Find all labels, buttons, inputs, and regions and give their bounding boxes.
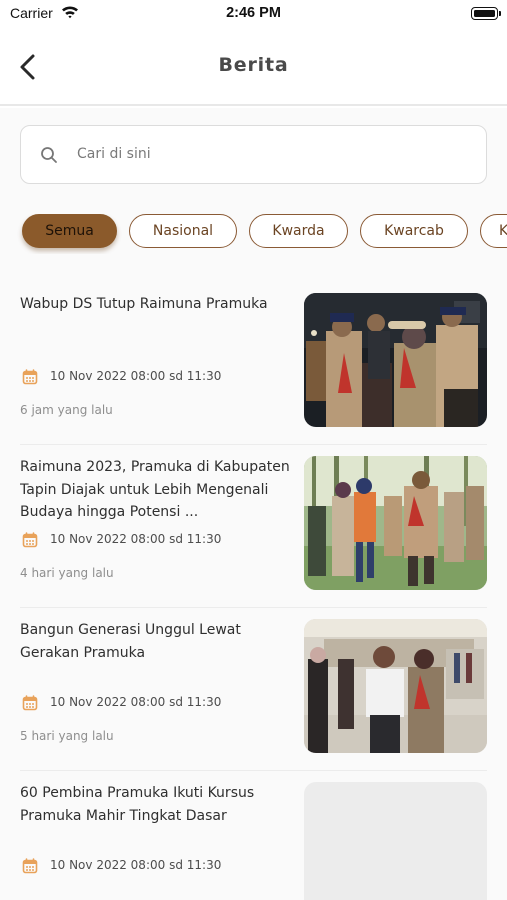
filter-chip-kwarcab[interactable]: Kwarcab [360, 214, 468, 248]
status-bar: Carrier 2:46 PM [0, 0, 507, 28]
news-time-ago: 4 hari yang lalu [20, 566, 114, 580]
news-date: 10 Nov 2022 08:00 sd 11:30 [50, 369, 222, 383]
news-thumbnail-image [304, 456, 487, 590]
search-icon [41, 147, 57, 163]
filter-chip-label: Semua [45, 223, 94, 239]
news-thumbnail-image [304, 619, 487, 753]
clock: 2:46 PM [226, 5, 281, 21]
filter-chip-nasional[interactable]: Nasional [129, 214, 237, 248]
search-input[interactable] [77, 134, 467, 174]
navigation-bar: Berita [0, 28, 507, 106]
filter-chip-semua[interactable]: Semua [22, 214, 117, 248]
news-time-ago: 6 jam yang lalu [20, 403, 113, 417]
filter-chip-kwaran[interactable]: Kwaran [480, 214, 507, 248]
news-item[interactable]: Raimuna 2023, Pramuka di Kabupaten Tapin… [0, 445, 507, 608]
news-title: Raimuna 2023, Pramuka di Kabupaten Tapin… [20, 459, 290, 520]
filter-chip-label: Kwarda [272, 223, 325, 239]
category-filter-bar: Semua Nasional Kwarda Kwarcab Kwaran [0, 214, 507, 254]
filter-chip-label: Nasional [152, 223, 214, 239]
news-date: 10 Nov 2022 08:00 sd 11:30 [50, 695, 222, 709]
news-screen: Semua Nasional Kwarda Kwarcab Kwaran Wab… [0, 108, 507, 900]
calendar-icon [22, 369, 38, 385]
news-date: 10 Nov 2022 08:00 sd 11:30 [50, 532, 222, 546]
page-title: Berita [218, 54, 289, 76]
calendar-icon [22, 532, 38, 548]
news-thumbnail-placeholder [304, 782, 487, 900]
news-title: Wabup DS Tutup Raimuna Pramuka [20, 296, 268, 312]
search-bar[interactable] [20, 125, 487, 184]
news-date: 10 Nov 2022 08:00 sd 11:30 [50, 858, 222, 872]
calendar-icon [22, 858, 38, 874]
news-item[interactable]: 60 Pembina Pramuka Ikuti Kursus Pramuka … [0, 771, 507, 900]
news-title: 60 Pembina Pramuka Ikuti Kursus Pramuka … [20, 785, 255, 824]
news-title: Bangun Generasi Unggul Lewat Gerakan Pra… [20, 622, 241, 661]
filter-chip-kwarda[interactable]: Kwarda [249, 214, 348, 248]
calendar-icon [22, 695, 38, 711]
filter-chip-label: Kwarcab [384, 223, 444, 239]
news-item[interactable]: Bangun Generasi Unggul Lewat Gerakan Pra… [0, 608, 507, 771]
battery-icon [471, 7, 501, 20]
news-thumbnail-image [304, 293, 487, 427]
news-item[interactable]: Wabup DS Tutup Raimuna Pramuka 10 Nov 20… [0, 282, 507, 445]
news-time-ago: 5 hari yang lalu [20, 729, 114, 743]
filter-chip-label: Kwaran [499, 223, 507, 239]
